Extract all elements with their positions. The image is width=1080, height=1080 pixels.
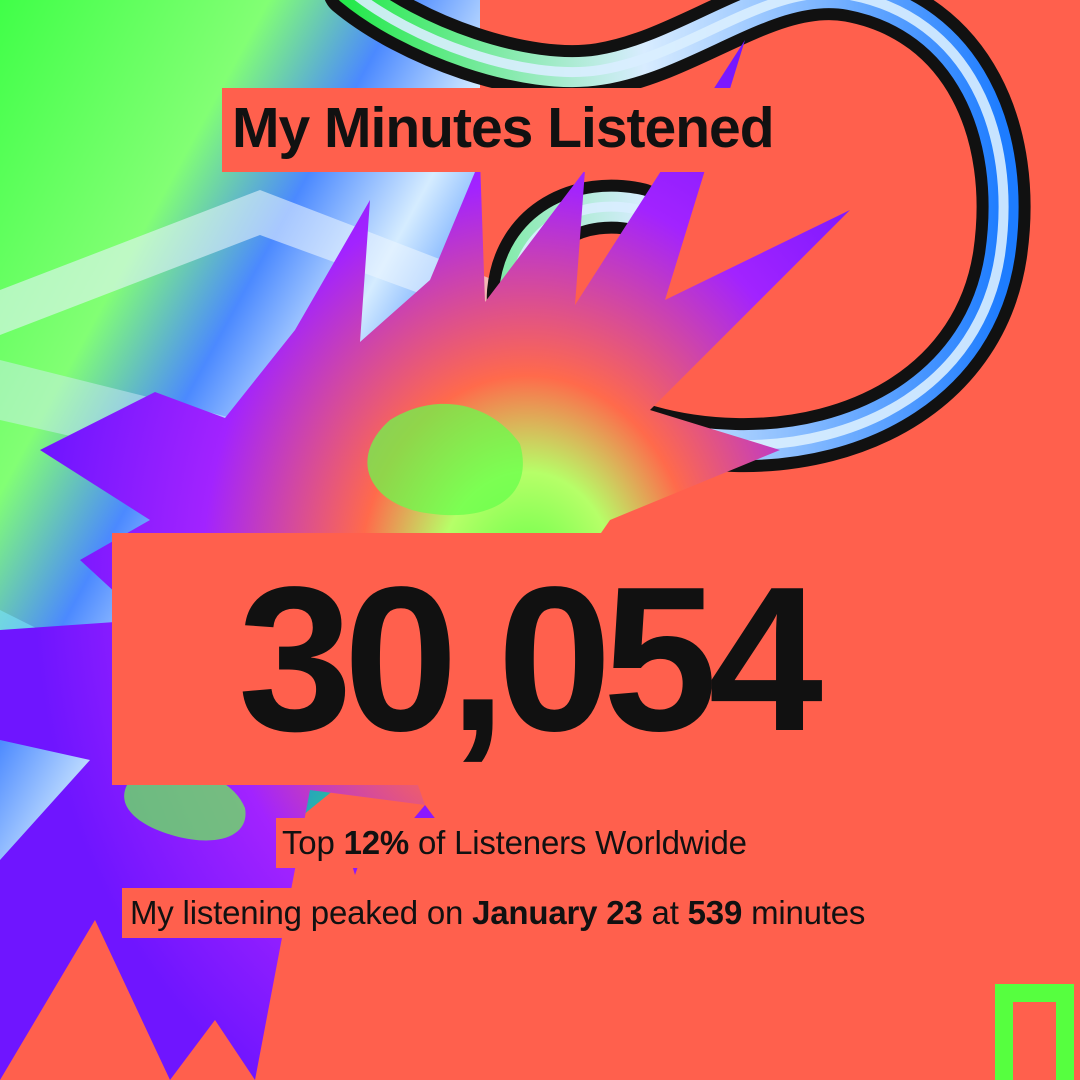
top-listener-prefix: Top — [282, 824, 344, 861]
top-listener-percent: 12% — [343, 824, 410, 861]
page-title: My Minutes Listened — [222, 88, 792, 172]
minutes-listened-card: My Minutes Listened 30,054 Top 12% of Li… — [0, 0, 1080, 1080]
page-title-text: My Minutes Listened — [232, 96, 775, 160]
listening-peak-minutes: 539 — [687, 894, 743, 931]
listening-peak-suffix: minutes — [742, 894, 866, 931]
top-listener-stat: Top 12% of Listeners Worldwide — [276, 818, 757, 868]
minutes-total-value: 30,054 — [237, 544, 823, 774]
listening-peak-prefix: My listening peaked on — [130, 894, 473, 931]
top-listener-suffix: of Listeners Worldwide — [409, 824, 747, 861]
listening-peak-date: January 23 — [472, 894, 643, 931]
minutes-total: 30,054 — [112, 533, 940, 785]
listening-peak-stat: My listening peaked on January 23 at 539… — [122, 888, 876, 938]
listening-peak-middle: at — [642, 894, 688, 931]
green-corner-bracket-icon — [995, 984, 1074, 1080]
